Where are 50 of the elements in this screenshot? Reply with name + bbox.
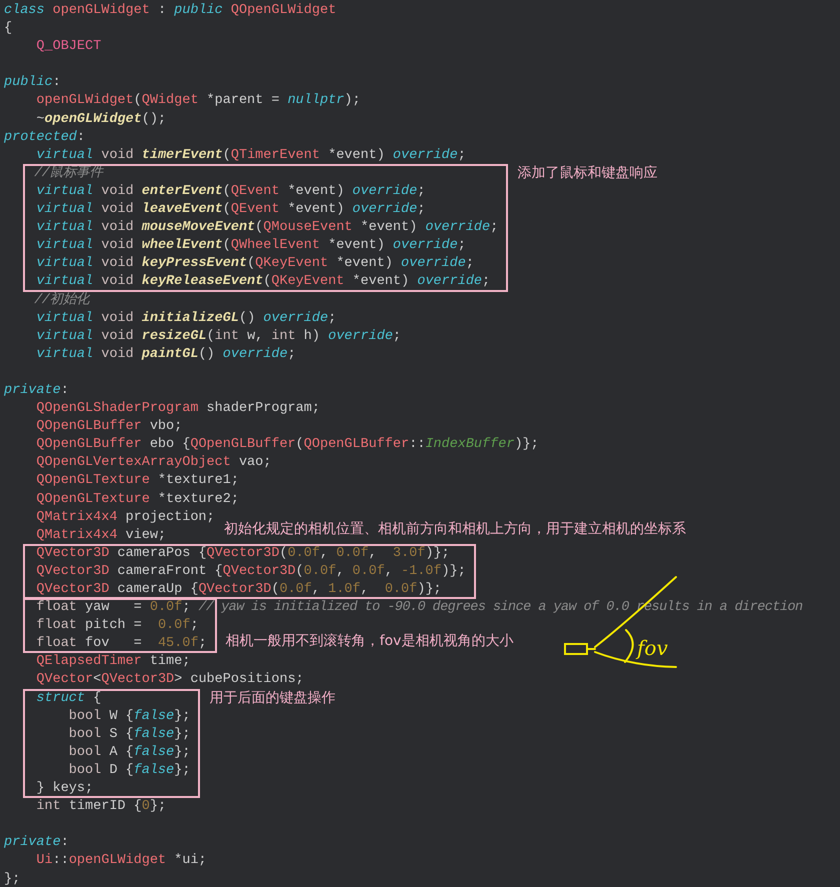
code-line: private: bbox=[4, 382, 69, 398]
code-line: QMatrix4x4 view; bbox=[35, 528, 166, 543]
code-line: openGLWidget(QWidget *parent = nullptr); bbox=[35, 93, 360, 108]
code-line: QOpenGLVertexArrayObject vao; bbox=[35, 455, 272, 470]
code-line: Q_OBJECT bbox=[35, 39, 102, 54]
code-line: virtual void initializeGL() override; bbox=[35, 310, 336, 326]
code-line: QVector3D cameraPos {QVector3D(0.0f, 0.0f, 3.0f)}; bbox=[35, 546, 450, 561]
annotation-note: 初始化规定的相机位置、相机前方向和相机上方向，用于建立相机的坐标系 bbox=[224, 520, 686, 539]
code-line: } keys; bbox=[35, 781, 94, 796]
annotation-note: 添加了鼠标和键盘响应 bbox=[517, 164, 658, 183]
code-line: QVector<QVector3D> cubePositions; bbox=[35, 672, 304, 688]
code-line: virtual void wheelEvent(QWheelEvent *event) override; bbox=[35, 238, 466, 254]
code-line: QOpenGLTexture *texture1; bbox=[35, 473, 239, 488]
code-line: QVector3D cameraFront {QVector3D(0.0f, 0.0f, -1.0f)}; bbox=[35, 564, 466, 579]
fov-label: fov bbox=[637, 636, 668, 660]
code-line: //鼠标事件 bbox=[33, 166, 104, 181]
code-line: QElapsedTimer time; bbox=[35, 654, 190, 670]
code-line: virtual void mouseMoveEvent(QMouseEvent *event) override; bbox=[35, 220, 498, 236]
code-line: bool S {false}; bbox=[68, 726, 190, 742]
code-line: virtual void resizeGL(int w, int h) override; bbox=[35, 328, 402, 344]
code-line: virtual void enterEvent(QEvent *event) override; bbox=[35, 184, 426, 199]
code-line: QOpenGLTexture *texture2; bbox=[35, 492, 239, 507]
annotation-note: 相机一般用不到滚转角，fov是相机视角的大小 bbox=[226, 632, 514, 652]
code-line: bool D {false}; bbox=[68, 762, 190, 778]
code-line: virtual void timerEvent(QTimerEvent *event) override; bbox=[35, 148, 466, 163]
code-line: bool W {false}; bbox=[68, 708, 190, 724]
code-line: virtual void keyReleaseEvent(QKeyEvent *event) override; bbox=[35, 274, 490, 290]
code-line: int timerID {0}; bbox=[35, 799, 166, 814]
code-line: float pitch = 0.0f; bbox=[35, 618, 198, 634]
code-line: virtual void paintGL() override; bbox=[35, 346, 296, 362]
code-line: //初始化 bbox=[33, 292, 90, 308]
code-line: QMatrix4x4 projection; bbox=[35, 510, 215, 525]
code-line: class openGLWidget : public QOpenGLWidget bbox=[4, 3, 336, 18]
code-line: Ui::openGLWidget *ui; bbox=[35, 853, 207, 868]
code-line: QOpenGLBuffer vbo; bbox=[35, 419, 182, 434]
code-line: ~openGLWidget(); bbox=[35, 112, 166, 127]
code-line: virtual void leaveEvent(QEvent *event) override; bbox=[35, 202, 426, 218]
code-line: { bbox=[4, 21, 12, 36]
code-line: virtual void keyPressEvent(QKeyEvent *event) override; bbox=[35, 256, 474, 272]
code-line: QOpenGLBuffer ebo {QOpenGLBuffer(QOpenGLBuffer::IndexBuffer)}; bbox=[35, 437, 539, 452]
code-line: bool A {false}; bbox=[68, 744, 190, 760]
annotation-note: 用于后面的键盘操作 bbox=[209, 688, 336, 708]
code-line: struct { bbox=[35, 690, 102, 706]
code-line: QOpenGLShaderProgram shaderProgram; bbox=[35, 401, 320, 416]
code-line: public: bbox=[4, 75, 61, 90]
code-line: }; bbox=[4, 872, 20, 886]
code-line: float fov = 45.0f; bbox=[35, 636, 207, 652]
code-line: QVector3D cameraUp {QVector3D(0.0f, 1.0f, 0.0f)}; bbox=[35, 582, 442, 597]
code-line: protected: bbox=[4, 130, 86, 145]
code-line: private: bbox=[4, 835, 69, 850]
